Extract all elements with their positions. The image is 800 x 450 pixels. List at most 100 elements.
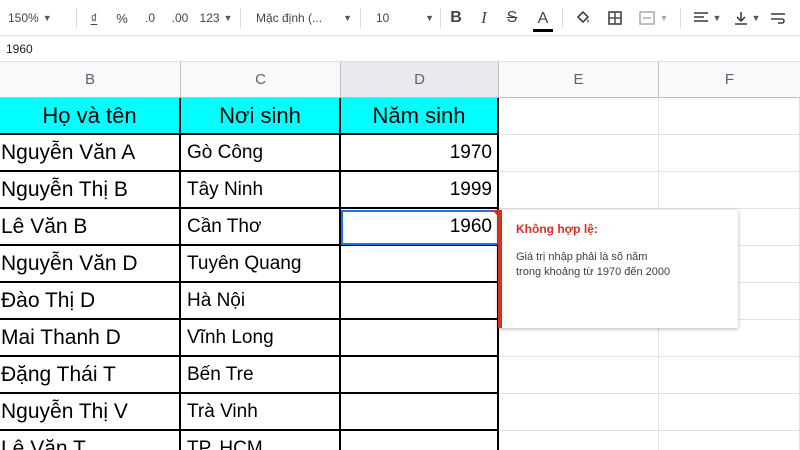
bold-icon: B	[450, 9, 462, 26]
font-size-select[interactable]: 10 ▼	[376, 0, 434, 36]
tooltip-message-line: Giá trị nhập phải là số năm	[516, 251, 648, 263]
merge-cells-button[interactable]: ▼	[636, 0, 670, 36]
chevron-down-icon: ▼	[425, 13, 434, 23]
increase-decimal-label: .00	[171, 11, 189, 25]
align-bottom-icon	[734, 12, 747, 25]
empty-cell[interactable]	[499, 431, 659, 450]
birthplace-cell[interactable]: Tây Ninh	[181, 172, 341, 209]
formula-value: 1960	[6, 41, 33, 56]
borders-icon	[608, 11, 622, 25]
birthyear-cell[interactable]	[341, 357, 499, 394]
birthyear-cell[interactable]: 1970	[341, 135, 499, 172]
header-cell[interactable]: Họ và tên	[0, 98, 181, 135]
empty-cell[interactable]	[499, 394, 659, 431]
birthyear-cell[interactable]	[341, 431, 499, 450]
name-cell[interactable]: Lê Văn B	[0, 209, 181, 246]
column-header-f[interactable]: F	[659, 62, 800, 98]
font-name: Mặc định (...	[256, 11, 323, 25]
chevron-down-icon: ▼	[343, 13, 352, 23]
strikethrough-icon: S	[506, 9, 518, 26]
birthyear-cell[interactable]	[341, 246, 499, 283]
name-cell[interactable]: Nguyễn Văn A	[0, 135, 181, 172]
percent-button[interactable]: %	[112, 0, 132, 36]
text-color-bar	[533, 28, 553, 32]
birthplace-cell[interactable]: Gò Công	[181, 135, 341, 172]
birthyear-cell[interactable]: 1960	[341, 209, 499, 246]
name-cell[interactable]: Lê Văn T	[0, 431, 181, 450]
column-header-b[interactable]: B	[0, 62, 181, 98]
text-color-button[interactable]: A	[532, 0, 554, 36]
birthyear-cell[interactable]: 1999	[341, 172, 499, 209]
tooltip-message-line: trong khoảng từ 1970 đến 2000	[516, 266, 671, 278]
italic-icon: I	[481, 8, 487, 27]
birthplace-cell[interactable]: TP. HCM	[181, 431, 341, 450]
align-left-icon	[693, 12, 708, 22]
merge-cells-icon	[638, 11, 655, 25]
more-formats-button[interactable]: 123 ▼	[198, 0, 234, 36]
borders-button[interactable]	[604, 0, 626, 36]
chevron-down-icon: ▼	[712, 13, 722, 23]
chevron-down-icon: ▼	[223, 13, 233, 23]
toolbar-divider	[76, 8, 77, 28]
birthyear-cell[interactable]	[341, 283, 499, 320]
validation-tooltip: Không hợp lệ: Giá trị nhập phải là số nă…	[498, 210, 738, 328]
paint-bucket-icon	[576, 10, 590, 24]
empty-cell[interactable]	[659, 172, 800, 209]
tooltip-message: Giá trị nhập phải là số năm trong khoảng…	[516, 250, 724, 280]
header-cell[interactable]: Năm sinh	[341, 98, 499, 135]
empty-cell[interactable]	[659, 357, 800, 394]
tooltip-title: Không hợp lệ:	[516, 222, 598, 236]
horizontal-align-button[interactable]: ▼	[690, 0, 724, 36]
empty-cell[interactable]	[499, 357, 659, 394]
empty-cell[interactable]	[499, 172, 659, 209]
chevron-down-icon: ▼	[751, 13, 761, 23]
italic-button[interactable]: I	[474, 0, 494, 36]
font-select[interactable]: Mặc định (... ▼	[256, 0, 352, 36]
increase-decimal-button[interactable]: .00	[166, 0, 194, 36]
text-wrap-button[interactable]	[770, 0, 798, 36]
font-size-value: 10	[376, 11, 390, 25]
birthplace-cell[interactable]: Vĩnh Long	[181, 320, 341, 357]
birthplace-cell[interactable]: Tuyên Quang	[181, 246, 341, 283]
birthplace-cell[interactable]: Bến Tre	[181, 357, 341, 394]
birthyear-cell[interactable]	[341, 394, 499, 431]
column-header-e[interactable]: E	[499, 62, 659, 98]
bold-button[interactable]: B	[446, 0, 466, 36]
birthplace-cell[interactable]: Trà Vinh	[181, 394, 341, 431]
strikethrough-button[interactable]: S	[502, 0, 522, 36]
name-cell[interactable]: Nguyễn Thị V	[0, 394, 181, 431]
fill-color-button[interactable]	[572, 0, 594, 36]
name-cell[interactable]: Nguyễn Văn D	[0, 246, 181, 283]
decrease-decimal-label: .0	[144, 11, 155, 25]
empty-cell[interactable]	[659, 98, 800, 135]
toolbar-divider	[240, 8, 241, 28]
name-cell[interactable]: Đào Thị D	[0, 283, 181, 320]
empty-cell[interactable]	[659, 431, 800, 450]
currency-button[interactable]: ₫	[84, 0, 104, 36]
birthplace-cell[interactable]: Cần Thơ	[181, 209, 341, 246]
toolbar-divider	[680, 8, 681, 28]
empty-cell[interactable]	[659, 135, 800, 172]
empty-cell[interactable]	[499, 135, 659, 172]
toolbar-divider	[360, 8, 361, 28]
toolbar-divider	[440, 8, 441, 28]
column-header-d[interactable]: D	[341, 62, 499, 98]
vertical-align-button[interactable]: ▼	[730, 0, 764, 36]
more-formats-label: 123	[199, 11, 220, 25]
column-header-c[interactable]: C	[181, 62, 341, 98]
formula-bar[interactable]: 1960	[0, 36, 800, 62]
header-cell[interactable]: Nơi sinh	[181, 98, 341, 135]
empty-cell[interactable]	[499, 98, 659, 135]
name-cell[interactable]: Nguyễn Thị B	[0, 172, 181, 209]
decrease-decimal-button[interactable]: .0	[138, 0, 162, 36]
chevron-down-icon: ▼	[42, 13, 52, 23]
name-cell[interactable]: Mai Thanh D	[0, 320, 181, 357]
birthplace-cell[interactable]: Hà Nội	[181, 283, 341, 320]
text-wrap-icon	[771, 13, 785, 24]
empty-cell[interactable]	[659, 394, 800, 431]
zoom-value: 150%	[8, 11, 39, 25]
toolbar-divider	[562, 8, 563, 28]
birthyear-cell[interactable]	[341, 320, 499, 357]
name-cell[interactable]: Đặng Thái T	[0, 357, 181, 394]
zoom-select[interactable]: 150% ▼	[8, 0, 70, 36]
